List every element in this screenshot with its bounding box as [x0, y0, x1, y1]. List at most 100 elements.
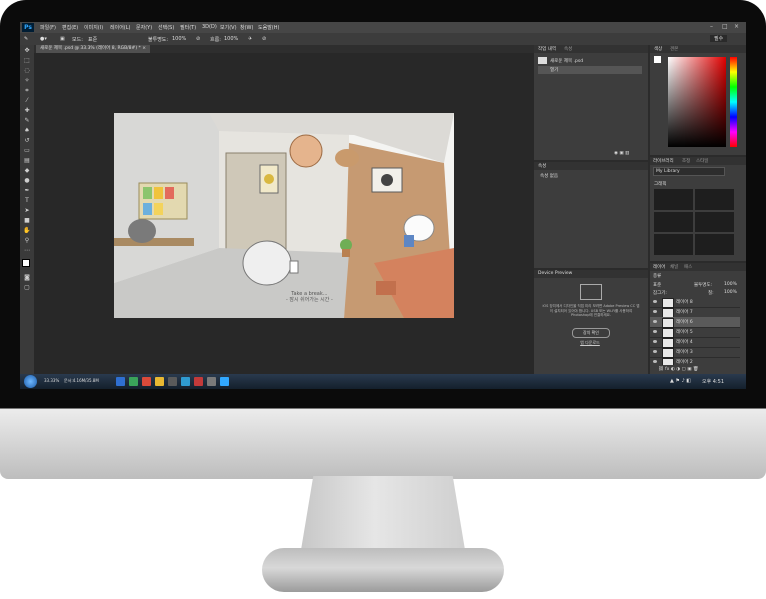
mode-select[interactable]: 표준 [88, 36, 97, 43]
taskbar-app-icon[interactable] [181, 377, 190, 386]
eraser-tool-icon[interactable]: ▭ [23, 148, 31, 154]
quick-select-tool-icon[interactable]: ✧ [23, 78, 31, 84]
layer-filter-kind[interactable]: 종류 [653, 273, 661, 279]
visibility-eye-icon[interactable] [653, 320, 657, 323]
tab-properties-history[interactable]: 속성 [564, 46, 572, 52]
hand-tool-icon[interactable]: ✋ [23, 228, 31, 234]
taskbar-app-icon[interactable] [207, 377, 216, 386]
taskbar-app-icon[interactable] [220, 377, 229, 386]
stamp-tool-icon[interactable]: ♠ [23, 128, 31, 134]
flow-input[interactable]: 100% [224, 36, 238, 42]
menu-filter[interactable]: 필터(T) [180, 24, 196, 31]
blend-mode-select[interactable]: 표준 [653, 282, 661, 288]
hue-slider[interactable] [730, 57, 737, 147]
eyedropper-tool-icon[interactable]: ⁄ [23, 98, 31, 104]
visibility-eye-icon[interactable] [653, 330, 657, 333]
gradient-tool-icon[interactable]: ▤ [23, 158, 31, 164]
taskbar-app-icon[interactable] [116, 377, 125, 386]
pen-tool-icon[interactable]: ✒ [23, 188, 31, 194]
history-step[interactable]: 열기 [538, 66, 642, 74]
history-actions-icons[interactable]: ◉ ▣ ▥ [614, 151, 629, 156]
color-picker-field[interactable] [668, 57, 726, 147]
visibility-eye-icon[interactable] [653, 360, 657, 363]
panel-foreground-swatch[interactable] [654, 56, 661, 63]
blur-tool-icon[interactable]: ◆ [23, 168, 31, 174]
menu-file[interactable]: 파일(F) [40, 24, 56, 31]
pressure-size-icon[interactable]: ⊘ [262, 36, 266, 42]
brush-tool-icon[interactable]: ✎ [24, 36, 28, 42]
zoom-tool-icon[interactable]: ⚲ [23, 238, 31, 244]
menu-view[interactable]: 보기(V) [220, 24, 237, 31]
pressure-opacity-icon[interactable]: ⊘ [196, 36, 200, 42]
brush-panel-icon[interactable]: ▣ [60, 36, 65, 42]
tab-color[interactable]: 색상 [654, 46, 662, 52]
visibility-eye-icon[interactable] [653, 350, 657, 353]
device-learn-more-link[interactable]: 앱 다운로드 [572, 340, 608, 346]
artwork-illustration[interactable]: Take a break... - 잠시 쉬어가는 시간 - [114, 113, 454, 318]
menu-3d[interactable]: 3D(D) [202, 24, 217, 30]
opacity-input[interactable]: 100% [172, 36, 186, 42]
taskbar-app-icon[interactable] [129, 377, 138, 386]
library-graphic[interactable] [695, 189, 734, 210]
tab-adjustments[interactable]: 조정 [682, 158, 690, 164]
maximize-button[interactable]: □ [722, 23, 728, 30]
menu-type[interactable]: 문자(Y) [136, 24, 152, 31]
menu-image[interactable]: 이미지(I) [84, 24, 103, 31]
crop-tool-icon[interactable]: ⌗ [23, 88, 31, 94]
healing-tool-icon[interactable]: ✚ [23, 108, 31, 114]
library-select[interactable]: My Library [653, 167, 725, 176]
layer-actions-icons[interactable]: ⛓ fx ◐ ◑ ▢ ▣ 🗑 [658, 367, 699, 372]
tab-paths[interactable]: 패스 [684, 264, 692, 270]
menu-edit[interactable]: 편집(E) [62, 24, 78, 31]
tab-swatches[interactable]: 견본 [670, 46, 678, 52]
start-button[interactable] [24, 375, 37, 388]
quick-mask-icon[interactable]: ◙ [23, 275, 31, 281]
menu-layer[interactable]: 레이어(L) [110, 24, 131, 31]
tab-styles[interactable]: 스타일 [696, 158, 708, 164]
move-tool-icon[interactable]: ✥ [23, 48, 31, 54]
workspace-select[interactable]: 필수 [710, 35, 728, 42]
type-tool-icon[interactable]: T [23, 198, 31, 204]
more-tools-icon[interactable]: ⋯ [23, 248, 31, 254]
taskbar-app-icon[interactable] [155, 377, 164, 386]
close-tab-icon[interactable]: × [142, 46, 146, 51]
path-select-tool-icon[interactable]: ➤ [23, 208, 31, 214]
history-brush-icon[interactable]: ↺ [23, 138, 31, 144]
taskbar-app-icon[interactable] [194, 377, 203, 386]
layer-row[interactable]: 레이어 2 [650, 357, 740, 365]
taskbar-app-icon[interactable] [168, 377, 177, 386]
history-snapshot[interactable]: 새로운 제목 .psd [538, 56, 642, 65]
menu-window[interactable]: 창(W) [240, 24, 253, 31]
marquee-tool-icon[interactable]: ⬚ [23, 58, 31, 64]
menu-select[interactable]: 선택(S) [158, 24, 174, 31]
layer-opacity-input[interactable]: 100% [724, 282, 737, 287]
document-tab[interactable]: 새로운 제목 .psd @ 33.3% (레이어 8, RGB/8#) * × [36, 45, 150, 53]
visibility-eye-icon[interactable] [653, 310, 657, 313]
foreground-color-swatch[interactable] [22, 259, 30, 267]
brush-tool-icon[interactable]: ✎ [23, 118, 31, 124]
visibility-eye-icon[interactable] [653, 300, 657, 303]
tab-channels[interactable]: 채널 [670, 264, 678, 270]
airbrush-icon[interactable]: ✈ [248, 36, 252, 42]
shape-tool-icon[interactable]: ■ [23, 218, 31, 224]
library-graphic[interactable] [654, 234, 693, 255]
screen-mode-icon[interactable]: ▢ [23, 285, 31, 291]
library-graphic[interactable] [695, 234, 734, 255]
device-connect-button[interactable]: 장치 확인 [572, 328, 610, 338]
tray-icons[interactable]: ▲ ⚑ ♪ ◧ [670, 378, 691, 384]
visibility-eye-icon[interactable] [653, 340, 657, 343]
library-graphic[interactable] [654, 211, 693, 233]
close-button[interactable]: × [734, 23, 739, 30]
minimize-button[interactable]: – [710, 23, 713, 30]
tab-properties[interactable]: 속성 [538, 163, 546, 169]
menu-help[interactable]: 도움말(H) [258, 24, 279, 31]
library-graphic[interactable] [695, 211, 734, 233]
brush-preset-picker[interactable]: ●▾ [40, 36, 47, 42]
fill-input[interactable]: 100% [724, 290, 737, 295]
lasso-tool-icon[interactable]: ◌ [23, 68, 31, 74]
dodge-tool-icon[interactable]: ● [23, 178, 31, 184]
library-graphic[interactable] [654, 189, 693, 210]
taskbar-app-icon[interactable] [142, 377, 151, 386]
tab-history[interactable]: 작업 내역 [538, 46, 556, 52]
canvas-area[interactable]: Take a break... - 잠시 쉬어가는 시간 - [34, 53, 534, 375]
